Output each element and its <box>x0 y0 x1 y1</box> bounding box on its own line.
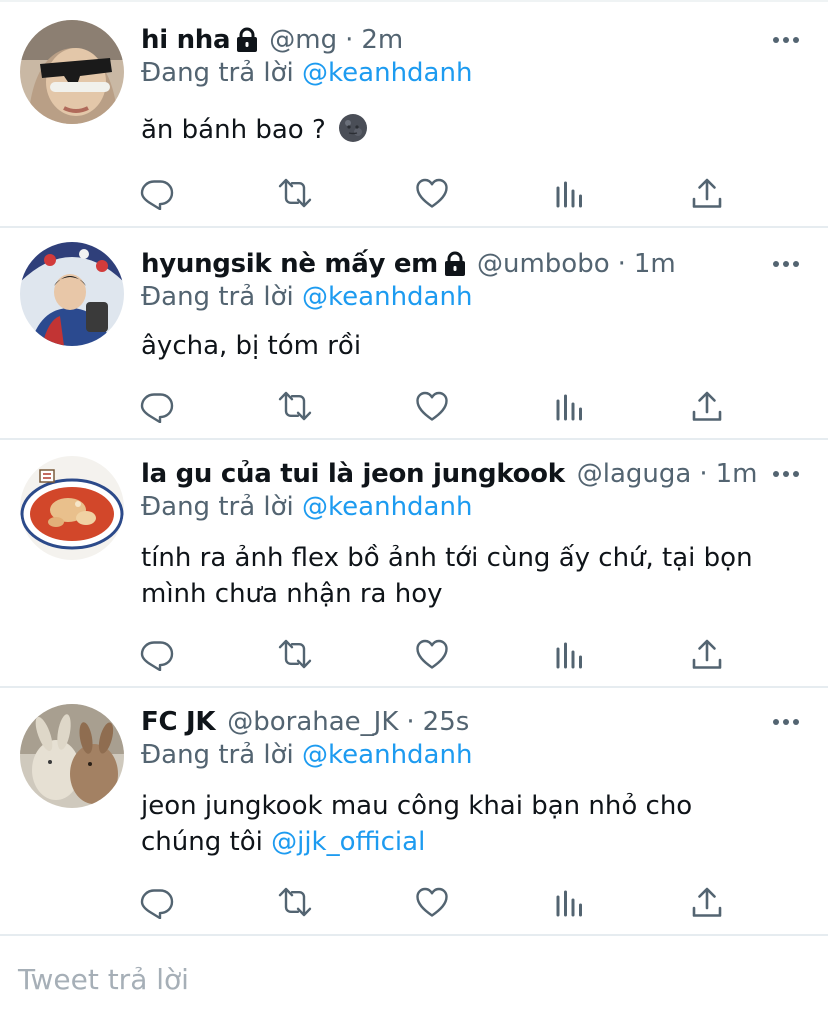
tweet-text-line: jeon jungkook mau công khai bạn nhỏ cho <box>141 791 693 821</box>
timestamp[interactable]: 25s <box>423 707 470 737</box>
replying-to-label: Đang trả lời <box>141 492 294 522</box>
share-icon[interactable] <box>690 389 724 423</box>
timestamp[interactable]: 2m <box>361 25 403 55</box>
tweet-reply[interactable]: FC JK @borahae_JK · 25s Đang trả lời @ke… <box>0 688 828 936</box>
display-name[interactable]: FC JK <box>141 707 216 737</box>
avatar[interactable] <box>20 456 124 560</box>
tweet-text: jeon jungkook mau công khai bạn nhỏ cho … <box>141 788 801 860</box>
reply-icon[interactable] <box>140 176 174 210</box>
share-icon[interactable] <box>690 885 724 919</box>
separator-dot: · <box>345 25 354 55</box>
username[interactable]: @borahae_JK <box>227 707 398 737</box>
tweet-header: la gu của tui là jeon jungkook @laguga ·… <box>141 456 757 492</box>
replying-to: Đang trả lời @keanhdanh <box>141 492 472 522</box>
tweet-actions <box>0 637 828 671</box>
avatar[interactable] <box>20 20 124 124</box>
tweet-actions <box>0 389 828 423</box>
retweet-icon[interactable] <box>278 389 312 423</box>
replying-to-label: Đang trả lời <box>141 282 294 312</box>
retweet-icon[interactable] <box>278 885 312 919</box>
boy-with-umbrella-avatar <box>20 242 124 346</box>
timestamp[interactable]: 1m <box>634 249 676 279</box>
replying-to: Đang trả lời @keanhdanh <box>141 58 472 88</box>
mention-link[interactable]: @jjk_official <box>271 827 425 857</box>
tweet-reply[interactable]: hyungsik nè mấy em @umbobo · 1m Đang trả… <box>0 228 828 440</box>
replying-to: Đang trả lời @keanhdanh <box>141 740 472 770</box>
sunglasses-woman-avatar <box>20 20 124 124</box>
avatar[interactable] <box>20 242 124 346</box>
tweet-text-line: chúng tôi @jjk_official <box>141 824 801 860</box>
reply-icon[interactable] <box>140 885 174 919</box>
mention-link[interactable]: @keanhdanh <box>302 740 472 770</box>
lock-icon <box>235 27 259 53</box>
display-name[interactable]: hyungsik nè mấy em <box>141 249 438 279</box>
separator-dot: · <box>699 459 708 489</box>
replying-to-label: Đang trả lời <box>141 740 294 770</box>
tweet-header: FC JK @borahae_JK · 25s <box>141 704 469 740</box>
analytics-icon[interactable] <box>553 176 587 210</box>
retweet-icon[interactable] <box>278 637 312 671</box>
lock-icon <box>443 251 467 277</box>
username[interactable]: @laguga <box>577 459 692 489</box>
mention-link[interactable]: @keanhdanh <box>302 58 472 88</box>
tweet-header: hi nha @mg · 2m <box>141 22 403 58</box>
tweet-text: ăn bánh bao ? <box>141 112 801 148</box>
avatar[interactable] <box>20 704 124 808</box>
timestamp[interactable]: 1m <box>716 459 758 489</box>
tweet-text-content: chúng tôi <box>141 827 263 857</box>
analytics-icon[interactable] <box>553 637 587 671</box>
username[interactable]: @umbobo <box>477 249 610 279</box>
tweet-text: tính ra ảnh flex bồ ảnh tới cùng ấy chứ,… <box>141 540 801 612</box>
food-bowl-avatar <box>20 456 124 560</box>
tweet-text-content: âycha, bị tóm rồi <box>141 331 362 361</box>
more-options-icon[interactable] <box>772 260 800 268</box>
like-icon[interactable] <box>415 176 449 210</box>
tweet-actions <box>0 885 828 919</box>
tweet-actions <box>0 176 828 210</box>
reply-icon[interactable] <box>140 389 174 423</box>
tweet-header: hyungsik nè mấy em @umbobo · 1m <box>141 246 676 282</box>
tweet-text-line: mình chưa nhận ra hoy <box>141 579 443 609</box>
reply-composer-input[interactable]: Tweet trả lời <box>18 963 189 996</box>
like-icon[interactable] <box>415 637 449 671</box>
display-name[interactable]: la gu của tui là jeon jungkook <box>141 459 565 489</box>
share-icon[interactable] <box>690 637 724 671</box>
reply-icon[interactable] <box>140 637 174 671</box>
replying-to: Đang trả lời @keanhdanh <box>141 282 472 312</box>
share-icon[interactable] <box>690 176 724 210</box>
analytics-icon[interactable] <box>553 885 587 919</box>
separator-dot: · <box>406 707 415 737</box>
username[interactable]: @mg <box>269 25 337 55</box>
retweet-icon[interactable] <box>278 176 312 210</box>
separator-dot: · <box>617 249 626 279</box>
like-icon[interactable] <box>415 885 449 919</box>
tweet-text: âycha, bị tóm rồi <box>141 328 801 364</box>
plush-bunnies-avatar <box>20 704 124 808</box>
replying-to-label: Đang trả lời <box>141 58 294 88</box>
tweet-text-content: ăn bánh bao ? <box>141 115 326 145</box>
more-options-icon[interactable] <box>772 470 800 478</box>
mention-link[interactable]: @keanhdanh <box>302 492 472 522</box>
like-icon[interactable] <box>415 389 449 423</box>
tweet-reply[interactable]: hi nha @mg · 2m Đang trả lời @keanhdanh … <box>0 2 828 228</box>
display-name[interactable]: hi nha <box>141 25 231 55</box>
tweet-reply[interactable]: la gu của tui là jeon jungkook @laguga ·… <box>0 440 828 688</box>
analytics-icon[interactable] <box>553 389 587 423</box>
new-moon-face-emoji <box>338 113 368 143</box>
mention-link[interactable]: @keanhdanh <box>302 282 472 312</box>
more-options-icon[interactable] <box>772 36 800 44</box>
more-options-icon[interactable] <box>772 718 800 726</box>
tweet-text-line: tính ra ảnh flex bồ ảnh tới cùng ấy chứ,… <box>141 543 753 573</box>
